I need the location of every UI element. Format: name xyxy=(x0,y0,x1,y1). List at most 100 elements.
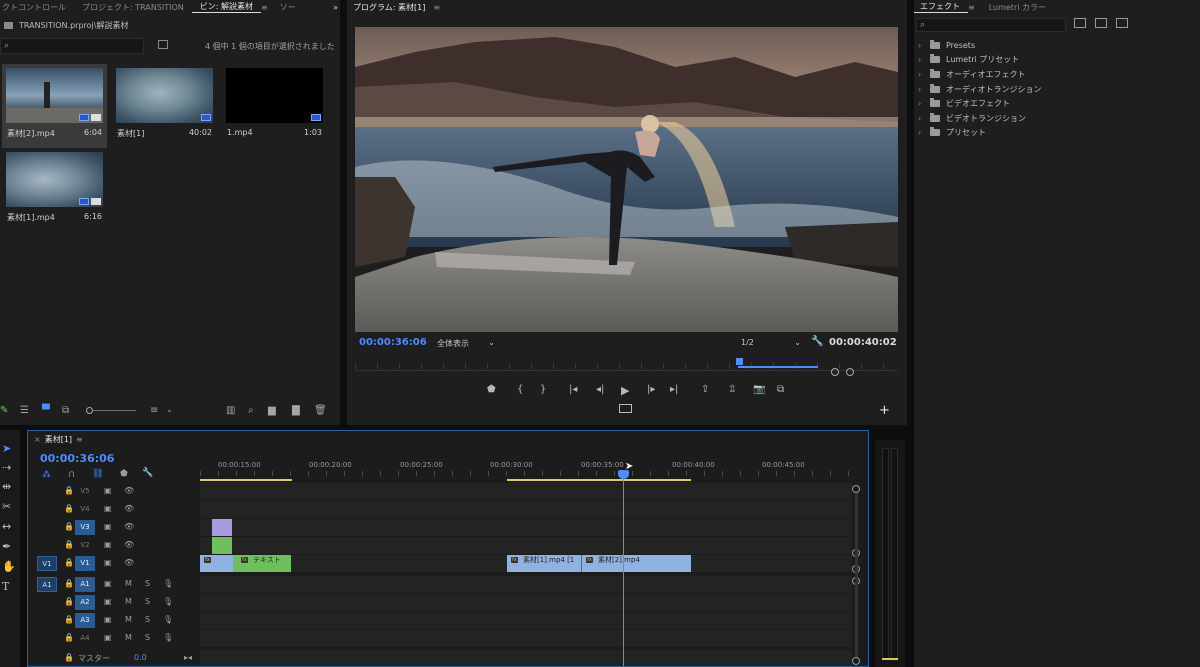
trash-icon[interactable]: 🗑 xyxy=(314,405,327,416)
eye-icon[interactable]: 👁 xyxy=(124,540,134,549)
sync-lock-icon[interactable]: ▣ xyxy=(104,615,112,624)
microphone-icon[interactable]: 🎙 xyxy=(163,579,173,588)
sync-lock-icon[interactable]: ▣ xyxy=(104,633,112,642)
tab-project[interactable]: プロジェクト: TRANSITION xyxy=(74,2,192,13)
eye-icon[interactable]: 👁 xyxy=(124,504,134,513)
accelerated-effects-icon[interactable] xyxy=(1074,18,1086,28)
lock-icon[interactable]: 🔒 xyxy=(64,633,74,642)
pen-tool-icon[interactable]: ✒ xyxy=(2,540,11,553)
effects-folder[interactable]: › Presets xyxy=(918,38,1041,53)
effects-folder[interactable]: › オーディオトランジション xyxy=(918,82,1041,97)
track-target[interactable]: A4 xyxy=(75,631,95,646)
solo-button[interactable]: S xyxy=(145,579,150,588)
sync-lock-icon[interactable]: ▣ xyxy=(104,579,112,588)
icon-view-icon[interactable]: ▀ xyxy=(42,405,50,416)
sync-lock-icon[interactable]: ▣ xyxy=(104,597,112,606)
effects-folder[interactable]: › ビデオトランジション xyxy=(918,111,1041,126)
lock-icon[interactable]: 🔒 xyxy=(64,522,74,531)
eye-icon[interactable]: 👁 xyxy=(124,486,134,495)
track-target[interactable]: V4 xyxy=(75,502,95,517)
mute-button[interactable]: M xyxy=(125,597,132,606)
master-volume-value[interactable]: 0.0 xyxy=(134,653,147,662)
text-clip[interactable]: fx テキスト xyxy=(233,555,291,572)
sort-icon[interactable]: ≡ xyxy=(150,405,158,416)
slider-knob[interactable] xyxy=(86,407,93,414)
program-video-frame[interactable] xyxy=(355,27,898,332)
microphone-icon[interactable]: 🎙 xyxy=(163,633,173,642)
video-clip[interactable]: fx 素材[1].mp4 [1 xyxy=(507,555,582,572)
tab-effects[interactable]: エフェクト xyxy=(914,1,968,13)
extract-icon[interactable]: ⇫ xyxy=(728,384,736,395)
lock-icon[interactable]: 🔒 xyxy=(64,579,74,588)
sync-lock-icon[interactable]: ▣ xyxy=(104,522,112,531)
timeline-settings-icon[interactable]: 🔧 xyxy=(142,468,153,478)
lock-icon[interactable]: 🔒 xyxy=(64,615,74,624)
clip-item[interactable]: 素材[1].mp4 6:16 xyxy=(2,148,107,232)
automate-to-sequence-icon[interactable]: ▥ xyxy=(226,405,235,416)
mini-playhead-icon[interactable] xyxy=(736,358,743,365)
vertical-zoom-handle-icon[interactable] xyxy=(852,657,860,665)
effects-search-input[interactable]: ⌕ xyxy=(916,18,1066,32)
effects-menu-icon[interactable]: ≡ xyxy=(968,3,981,12)
clip-item[interactable]: 1.mp4 1:03 xyxy=(222,64,327,148)
solo-button[interactable]: S xyxy=(145,633,150,642)
track-lane-v4[interactable] xyxy=(200,501,852,518)
mark-out-icon[interactable]: } xyxy=(540,384,546,395)
selection-tool-icon[interactable]: ➤ xyxy=(2,442,11,455)
zoom-handle-icon[interactable] xyxy=(831,368,839,376)
clip-item[interactable]: 素材[2].mp4 6:04 xyxy=(2,64,107,148)
new-bin-icon[interactable]: ▆ xyxy=(268,405,276,416)
tab-program[interactable]: プログラム: 素材[1] xyxy=(347,2,433,13)
list-view-icon[interactable]: ☰ xyxy=(20,405,29,416)
comparison-view-icon[interactable]: ⧉ xyxy=(777,384,784,395)
solo-button[interactable]: S xyxy=(145,597,150,606)
track-lane-a2[interactable] xyxy=(200,594,852,611)
more-tabs-icon[interactable]: » xyxy=(325,3,340,12)
linked-selection-icon[interactable]: ⛓ xyxy=(92,469,103,479)
vertical-scrollbar[interactable] xyxy=(855,493,858,657)
video-clip[interactable]: fx 素材[2].mp4 xyxy=(582,555,691,572)
wrench-icon[interactable]: 🔧 xyxy=(811,336,823,347)
add-marker-icon[interactable]: ⬟ xyxy=(487,384,496,395)
chevron-down-icon[interactable]: ⌄ xyxy=(166,405,173,414)
effects-folder[interactable]: › オーディオエフェクト xyxy=(918,67,1041,82)
vertical-zoom-handle-icon[interactable] xyxy=(852,485,860,493)
bin-menu-icon[interactable]: ≡ xyxy=(261,3,272,12)
step-forward-icon[interactable]: |▸ xyxy=(647,384,655,395)
graphic-clip[interactable] xyxy=(212,537,232,554)
step-back-icon[interactable]: ◂| xyxy=(596,384,604,395)
razor-tool-icon[interactable]: ✂ xyxy=(2,500,11,513)
track-lane-master[interactable] xyxy=(200,650,852,666)
track-target[interactable]: V2 xyxy=(75,538,95,553)
microphone-icon[interactable]: 🎙 xyxy=(163,597,173,606)
pencil-icon[interactable]: ✎ xyxy=(0,405,8,416)
zoom-handle-icon[interactable] xyxy=(846,368,854,376)
yuv-effects-icon[interactable] xyxy=(1116,18,1128,28)
track-lane-a3[interactable] xyxy=(200,612,852,629)
camera-icon[interactable]: 📷 xyxy=(753,384,765,395)
track-target[interactable]: V5 xyxy=(75,484,95,499)
find-icon[interactable]: ⌕ xyxy=(248,405,254,416)
tab-bin[interactable]: ビン: 解説素材 xyxy=(191,1,262,13)
track-lane-v5[interactable] xyxy=(200,483,852,500)
track-lane-v2[interactable] xyxy=(200,537,852,554)
mute-button[interactable]: M xyxy=(125,633,132,642)
effects-folder[interactable]: › Lumetri プリセット xyxy=(918,53,1041,68)
tab-sequence[interactable]: 素材[1] xyxy=(45,434,76,445)
timeline-menu-icon[interactable]: ≡ xyxy=(76,435,83,444)
bin-search-input[interactable]: ⌕ xyxy=(0,38,144,54)
ripple-edit-tool-icon[interactable]: ⇹ xyxy=(2,480,11,493)
mute-button[interactable]: M xyxy=(125,579,132,588)
track-target[interactable]: V3 xyxy=(75,520,95,535)
track-target[interactable]: A2 xyxy=(75,595,95,610)
lock-icon[interactable]: 🔒 xyxy=(64,597,74,606)
graphic-clip[interactable] xyxy=(212,519,232,536)
type-tool-icon[interactable]: T xyxy=(2,580,9,593)
tab-lumetri-color[interactable]: Lumetri カラー xyxy=(981,2,1054,13)
snap-icon[interactable]: ∩ xyxy=(68,469,75,480)
microphone-icon[interactable]: 🎙 xyxy=(163,615,173,624)
lock-icon[interactable]: 🔒 xyxy=(64,486,74,495)
track-target[interactable]: V1 xyxy=(75,556,95,571)
zoom-select[interactable]: 全体表示 ⌄ xyxy=(437,338,495,350)
video-clip[interactable]: fx xyxy=(200,555,233,572)
